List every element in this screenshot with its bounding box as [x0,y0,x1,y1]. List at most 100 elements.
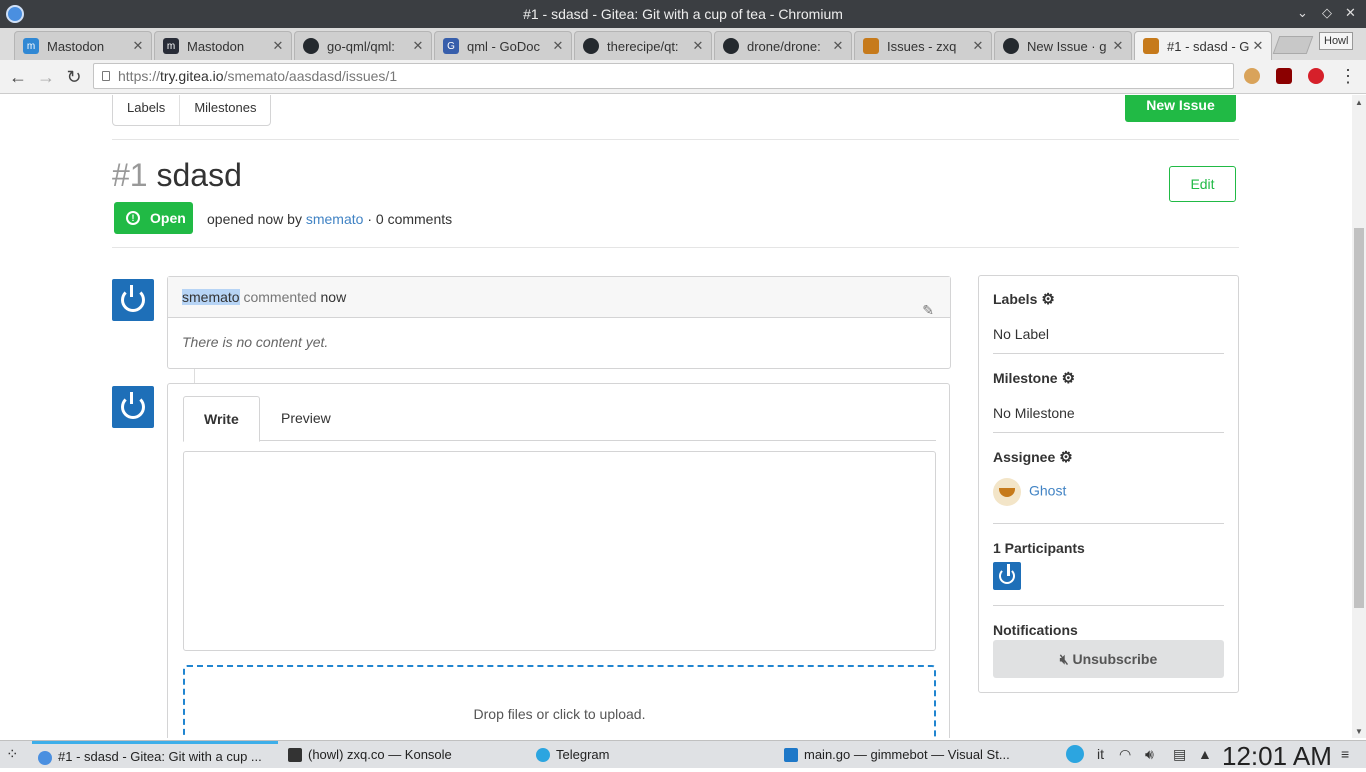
milestone-gear-icon[interactable]: ⚙ [1062,369,1075,387]
mastodon-icon: m [163,38,179,54]
mute-icon: 🔇︎ [1059,651,1069,667]
taskbar-item-konsole[interactable]: (howl) zxq.co — Konsole [282,741,522,769]
scroll-down-icon[interactable]: ▼ [1355,727,1363,736]
edit-comment-icon[interactable]: ✎ [922,290,934,331]
labels-link[interactable]: Labels [113,95,181,125]
terminal-icon [288,748,302,762]
taskbar-item-telegram[interactable]: Telegram [530,741,770,769]
comment-header: smemato commented now ✎ [168,277,950,318]
avatar [112,386,154,428]
comments-count: 0 comments [375,211,453,227]
minimize-icon[interactable]: ⌄ [1297,5,1308,21]
milestone-value: No Milestone [993,405,1075,421]
keyboard-layout[interactable]: it [1097,746,1104,762]
browser-tab[interactable]: Issues - zxq ✕ [854,31,992,60]
power-avatar-icon [121,285,145,312]
edit-button[interactable]: Edit [1169,166,1236,202]
browser-tab[interactable]: go-qml/qml: ✕ [294,31,432,60]
github-icon [583,38,599,54]
issue-title-text: sdasd [156,157,242,193]
tray-expand-icon[interactable]: ▲ [1198,746,1212,762]
new-issue-button[interactable]: New Issue [1125,95,1236,122]
show-desktop-icon[interactable]: ≡ [1341,746,1349,762]
wifi-icon[interactable]: ◠ [1119,746,1131,763]
new-tab-button[interactable] [1272,36,1314,54]
editor-tabs: Write Preview [183,396,936,442]
assignee-link[interactable]: Ghost [1029,483,1066,499]
close-tab-icon[interactable]: ✕ [689,38,707,54]
clipboard-icon[interactable]: ▤ [1173,746,1186,763]
close-tab-icon[interactable]: ✕ [269,38,287,54]
close-tab-icon[interactable]: ✕ [829,38,847,54]
labels-section: Labels ⚙ No Label [993,290,1224,342]
tab-preview[interactable]: Preview [261,396,351,441]
issue-title: #1 sdasd [112,157,242,194]
gitea-icon [1143,38,1159,54]
extension-icon[interactable] [1308,68,1324,84]
scrollbar-thumb[interactable] [1354,228,1364,608]
clock[interactable]: 12:01 AM [1222,741,1332,772]
tab-write[interactable]: Write [183,396,260,442]
back-icon[interactable]: ← [7,66,29,88]
ublock-icon[interactable] [1276,68,1292,84]
reload-icon[interactable]: ↻ [63,66,85,88]
page-info-icon[interactable] [102,71,110,81]
github-icon [723,38,739,54]
labels-milestones-menu: Labels Milestones [112,95,272,126]
cookie-extension-icon[interactable] [1244,68,1260,84]
forward-icon[interactable]: → [35,66,57,88]
close-window-icon[interactable]: ✕ [1345,5,1356,21]
browser-tab[interactable]: m Mastodon ✕ [14,31,152,60]
divider [993,605,1224,606]
labels-gear-icon[interactable]: ⚙ [1041,290,1054,308]
gitea-icon [863,38,879,54]
browser-tab[interactable]: therecipe/qt: ✕ [574,31,712,60]
github-icon [303,38,319,54]
address-bar[interactable]: https://try.gitea.io/smemato/aasdasd/iss… [93,63,1234,89]
app-launcher-icon[interactable]: ⁘ [6,745,19,763]
volume-icon[interactable]: 🔊︎ [1145,746,1154,763]
divider [993,432,1224,433]
close-tab-icon[interactable]: ✕ [549,38,567,54]
assignee-section: Assignee ⚙ Ghost [993,448,1224,506]
taskbar-item-chromium[interactable]: #1 - sdasd - Gitea: Git with a cup ... [32,741,278,769]
close-tab-icon[interactable]: ✕ [409,38,427,54]
divider [993,523,1224,524]
close-tab-icon[interactable]: ✕ [1249,38,1267,54]
participant-avatar[interactable] [993,562,1021,590]
milestones-link[interactable]: Milestones [180,95,270,125]
maximize-icon[interactable]: ◇ [1322,5,1332,21]
issue-sidebar: Labels ⚙ No Label Milestone ⚙ No Milestone… [978,275,1239,693]
taskbar-item-vscode[interactable]: main.go — gimmebot — Visual St... [778,741,1030,769]
file-dropzone[interactable]: Drop files or click to upload. [183,665,936,738]
comment-textarea[interactable] [183,451,936,651]
browser-tab[interactable]: drone/drone: ✕ [714,31,852,60]
close-tab-icon[interactable]: ✕ [1109,38,1127,54]
power-avatar-icon [121,392,145,419]
close-tab-icon[interactable]: ✕ [969,38,987,54]
divider [993,353,1224,354]
browser-tab[interactable]: m Mastodon ✕ [154,31,292,60]
status-badge: ! Open [114,202,193,234]
vscode-icon [784,748,798,762]
comment-author[interactable]: smemato [182,289,240,305]
menu-icon[interactable]: ⋮ [1337,65,1359,87]
author-link[interactable]: smemato [306,211,364,227]
page-scrollbar[interactable]: ▲ ▼ [1352,95,1366,738]
unsubscribe-button[interactable]: 🔇︎ Unsubscribe [993,640,1224,678]
avatar[interactable] [112,279,154,321]
close-tab-icon[interactable]: ✕ [129,38,147,54]
browser-tab[interactable]: G qml - GoDoc ✕ [434,31,572,60]
scroll-up-icon[interactable]: ▲ [1355,98,1363,107]
window-title: #1 - sdasd - Gitea: Git with a cup of te… [523,6,843,22]
issue-meta: opened now by smemato · 0 comments [207,211,453,227]
telegram-tray-icon[interactable] [1066,745,1084,763]
browser-tab[interactable]: New Issue · g ✕ [994,31,1132,60]
milestone-section: Milestone ⚙ No Milestone [993,369,1224,421]
power-avatar-icon [999,564,1015,584]
issue-comment: smemato commented now ✎ There is no cont… [167,276,951,369]
profile-button[interactable]: Howl [1319,32,1354,50]
assignee-gear-icon[interactable]: ⚙ [1059,448,1072,466]
comment-editor: Write Preview Drop files or click to upl… [167,383,950,738]
browser-tab-active[interactable]: #1 - sdasd - G ✕ [1134,31,1272,60]
